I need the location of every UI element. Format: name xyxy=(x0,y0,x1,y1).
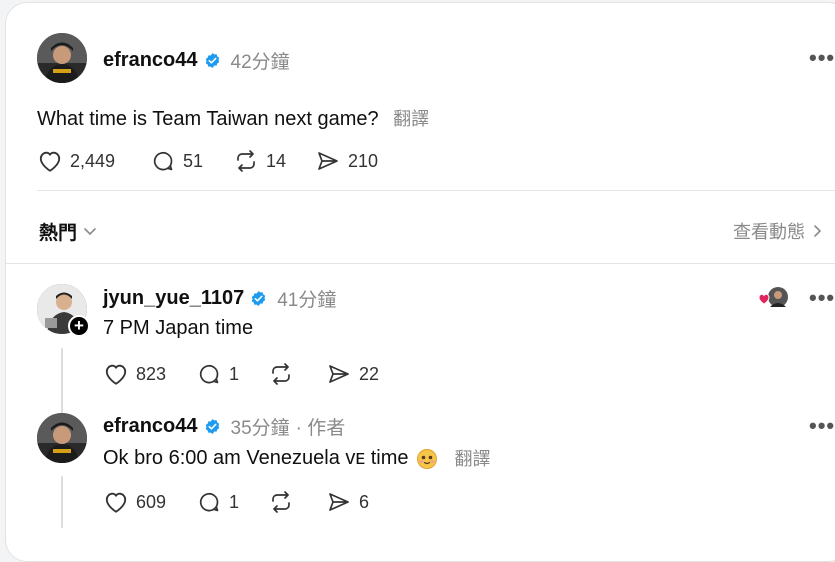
sort-dropdown[interactable]: 熱門 xyxy=(39,218,97,245)
repost-icon xyxy=(237,150,255,172)
share-button[interactable]: 22 xyxy=(326,362,379,386)
comment-button[interactable]: 1 xyxy=(196,362,239,386)
share-count: 22 xyxy=(359,363,380,384)
reply-header: efranco44 35分鐘 · 作者 xyxy=(103,413,345,440)
smiling-face-emoji-icon xyxy=(416,449,437,469)
heart-avatar-icon xyxy=(758,287,788,307)
username[interactable]: jyun_yue_1107 xyxy=(103,287,244,310)
repost-button[interactable] xyxy=(268,490,301,514)
comment-count: 51 xyxy=(183,150,204,171)
like-button[interactable]: 2,449 xyxy=(37,149,115,173)
thread-card: efranco44 42分鐘 ••• What time is Team Tai… xyxy=(5,2,835,562)
verified-badge-icon xyxy=(251,291,266,306)
post-body: What time is Team Taiwan next game? 翻譯 xyxy=(37,105,429,131)
reply-time[interactable]: 35分鐘 xyxy=(231,413,290,440)
avatar-photo-icon xyxy=(37,413,87,463)
follow-plus-button[interactable]: + xyxy=(68,315,90,337)
divider xyxy=(6,263,835,264)
translate-link[interactable]: 翻譯 xyxy=(455,445,491,471)
reply-time[interactable]: 41分鐘 xyxy=(277,285,336,312)
comment-button[interactable]: 51 xyxy=(150,149,203,173)
reply-body: 7 PM Japan time xyxy=(103,317,253,340)
sort-label: 熱門 xyxy=(39,223,78,244)
repost-icon xyxy=(272,491,290,513)
avatar[interactable] xyxy=(37,33,87,83)
liked-by-author-badge xyxy=(757,286,791,308)
comment-button[interactable]: 1 xyxy=(196,490,239,514)
view-activity-label: 查看動態 xyxy=(733,222,805,242)
verified-badge-icon xyxy=(205,419,219,434)
avatar-photo-icon xyxy=(37,33,87,83)
share-count: 210 xyxy=(348,150,379,171)
comment-bubble-icon xyxy=(153,151,173,171)
heart-icon xyxy=(105,364,127,385)
comment-bubble-icon xyxy=(199,364,219,384)
more-horizontal-icon[interactable]: ••• xyxy=(809,45,835,71)
share-count: 6 xyxy=(359,491,370,512)
repost-button[interactable]: 14 xyxy=(233,149,286,173)
send-icon xyxy=(318,152,338,170)
repost-button[interactable] xyxy=(268,362,301,386)
send-icon xyxy=(329,493,349,511)
reply-header: jyun_yue_1107 41分鐘 xyxy=(103,285,336,312)
view-activity-link[interactable]: 查看動態 xyxy=(733,218,822,244)
more-horizontal-icon[interactable]: ••• xyxy=(809,413,835,439)
chevron-down-icon xyxy=(84,227,96,235)
repost-icon xyxy=(272,363,290,385)
heart-icon xyxy=(105,492,127,513)
reply-text: 7 PM Japan time xyxy=(103,317,254,339)
share-button[interactable]: 6 xyxy=(326,490,369,514)
thread-line xyxy=(61,476,63,528)
reply-text: Ok bro 6:00 am Venezuela ᴠᴇ time xyxy=(103,446,409,469)
avatar[interactable] xyxy=(37,413,87,463)
share-button[interactable]: 210 xyxy=(315,149,378,173)
like-count: 2,449 xyxy=(70,150,116,171)
username[interactable]: efranco44 xyxy=(103,49,198,72)
like-button[interactable]: 609 xyxy=(103,490,166,514)
comment-bubble-icon xyxy=(199,492,219,512)
like-button[interactable]: 823 xyxy=(103,362,166,386)
like-count: 823 xyxy=(136,363,167,384)
reply-body: Ok bro 6:00 am Venezuela ᴠᴇ time 翻譯 xyxy=(103,445,491,471)
divider xyxy=(37,190,835,191)
translate-link[interactable]: 翻譯 xyxy=(393,109,429,129)
post-text: What time is Team Taiwan next game? xyxy=(37,108,379,130)
repost-count: 14 xyxy=(266,150,287,171)
username[interactable]: efranco44 xyxy=(103,415,198,438)
post-time[interactable]: 42分鐘 xyxy=(231,47,290,74)
verified-badge-icon xyxy=(205,53,219,68)
post-header: efranco44 42分鐘 xyxy=(103,47,290,74)
send-icon xyxy=(329,365,349,383)
comment-count: 1 xyxy=(229,363,240,384)
comment-count: 1 xyxy=(229,491,240,512)
chevron-right-icon xyxy=(814,225,822,237)
author-tag: · 作者 xyxy=(295,418,346,439)
like-count: 609 xyxy=(136,491,167,512)
heart-icon xyxy=(39,151,61,172)
more-horizontal-icon[interactable]: ••• xyxy=(809,285,835,311)
